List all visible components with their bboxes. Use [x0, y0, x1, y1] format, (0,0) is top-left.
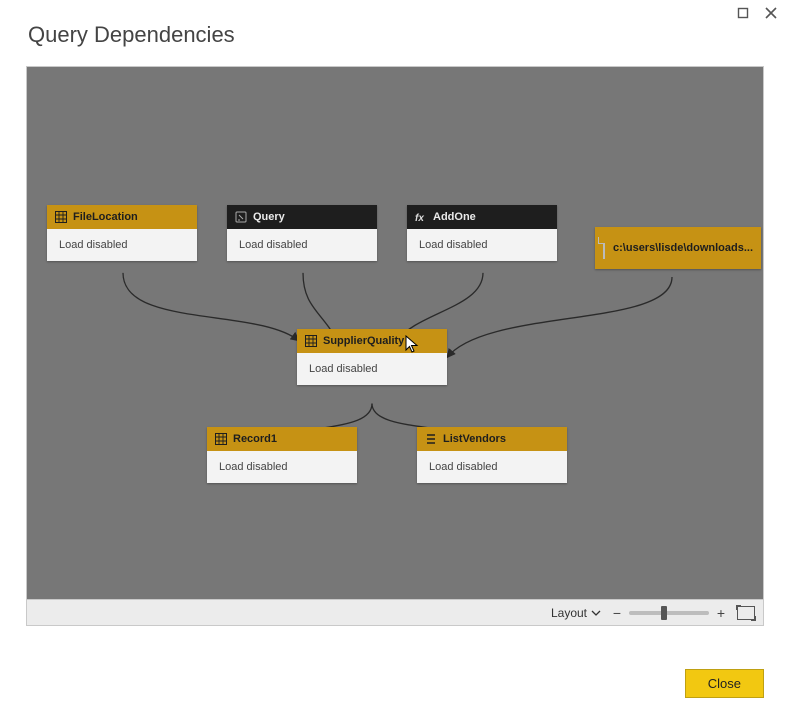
node-file-location[interactable]: FileLocation Load disabled	[47, 205, 197, 261]
node-status: Load disabled	[207, 451, 357, 483]
node-source-file[interactable]: c:\users\lisde\downloads...	[595, 227, 761, 269]
zoom-control: − +	[611, 605, 727, 621]
canvas-toolbar: Layout − +	[27, 599, 763, 625]
svg-text:fx: fx	[415, 213, 424, 223]
fit-to-screen-button[interactable]	[737, 606, 755, 620]
node-status: Load disabled	[227, 229, 377, 261]
zoom-out-button[interactable]: −	[611, 605, 623, 621]
node-header: fx AddOne	[407, 205, 557, 229]
node-supplier-quality[interactable]: SupplierQuality Load disabled	[297, 329, 447, 385]
list-icon	[425, 433, 437, 445]
node-header: Query	[227, 205, 377, 229]
query-dependencies-dialog: Query Dependencies	[0, 0, 790, 712]
close-icon	[765, 7, 777, 19]
window-buttons	[736, 6, 778, 20]
zoom-slider[interactable]	[629, 611, 709, 615]
edge-filelocation-supplierquality	[123, 273, 299, 341]
function-icon: fx	[415, 211, 427, 223]
close-button[interactable]: Close	[685, 669, 764, 698]
dialog-title: Query Dependencies	[28, 22, 235, 48]
node-title: AddOne	[433, 211, 476, 223]
node-title: c:\users\lisde\downloads...	[613, 242, 753, 254]
node-list-vendors[interactable]: ListVendors Load disabled	[417, 427, 567, 483]
layout-dropdown[interactable]: Layout	[551, 606, 601, 620]
node-status: Load disabled	[407, 229, 557, 261]
layout-label: Layout	[551, 606, 587, 620]
chevron-down-icon	[591, 609, 601, 617]
node-status: Load disabled	[297, 353, 447, 385]
node-title: ListVendors	[443, 433, 506, 445]
zoom-in-button[interactable]: +	[715, 605, 727, 621]
node-header: ListVendors	[417, 427, 567, 451]
parameter-icon	[235, 211, 247, 223]
node-status: Load disabled	[47, 229, 197, 261]
table-icon	[305, 335, 317, 347]
table-icon	[55, 211, 67, 223]
node-header: SupplierQuality	[297, 329, 447, 353]
node-record1[interactable]: Record1 Load disabled	[207, 427, 357, 483]
maximize-icon	[737, 7, 749, 19]
node-header: FileLocation	[47, 205, 197, 229]
node-title: FileLocation	[73, 211, 138, 223]
maximize-button[interactable]	[736, 6, 750, 20]
node-query[interactable]: Query Load disabled	[227, 205, 377, 261]
node-status: Load disabled	[417, 451, 567, 483]
node-title: SupplierQuality	[323, 335, 404, 347]
node-title: Record1	[233, 433, 277, 445]
node-header: Record1	[207, 427, 357, 451]
table-icon	[215, 433, 227, 445]
node-title: Query	[253, 211, 285, 223]
file-icon	[603, 237, 605, 259]
node-add-one[interactable]: fx AddOne Load disabled	[407, 205, 557, 261]
window-close-button[interactable]	[764, 6, 778, 20]
dependency-canvas-frame: FileLocation Load disabled Query Load di…	[26, 66, 764, 626]
zoom-slider-thumb[interactable]	[661, 606, 667, 620]
dependency-canvas[interactable]: FileLocation Load disabled Query Load di…	[27, 67, 763, 625]
edge-file-supplierquality	[447, 277, 672, 357]
